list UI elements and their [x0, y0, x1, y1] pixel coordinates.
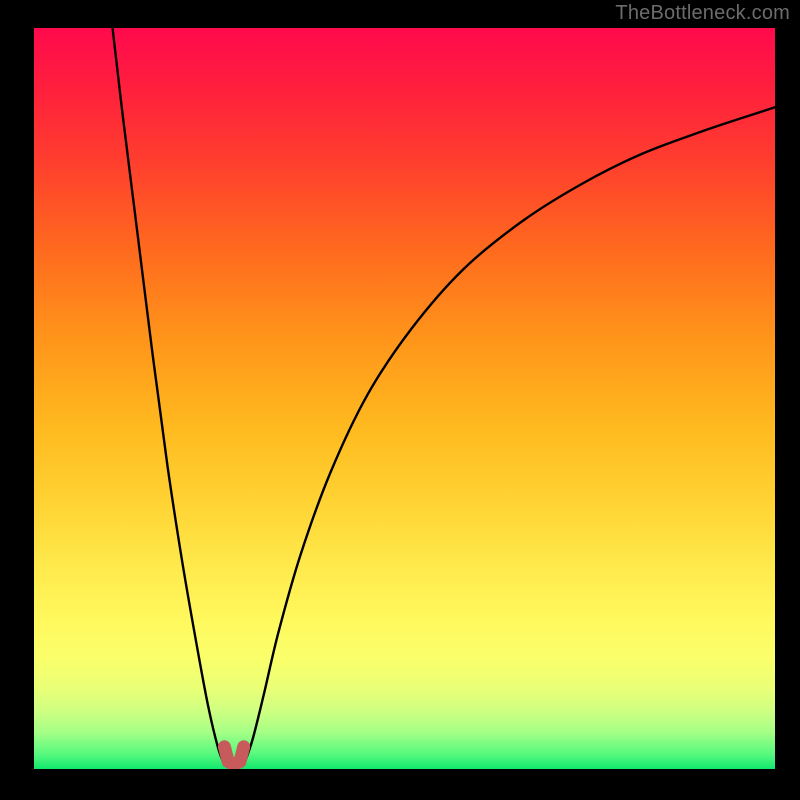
curves-svg	[34, 28, 775, 769]
plot-area	[34, 28, 775, 769]
left-curve	[113, 28, 225, 765]
watermark-text: TheBottleneck.com	[615, 2, 790, 25]
chart-frame: TheBottleneck.com	[0, 0, 800, 800]
minimum-marker	[224, 747, 243, 765]
right-curve	[244, 107, 775, 765]
